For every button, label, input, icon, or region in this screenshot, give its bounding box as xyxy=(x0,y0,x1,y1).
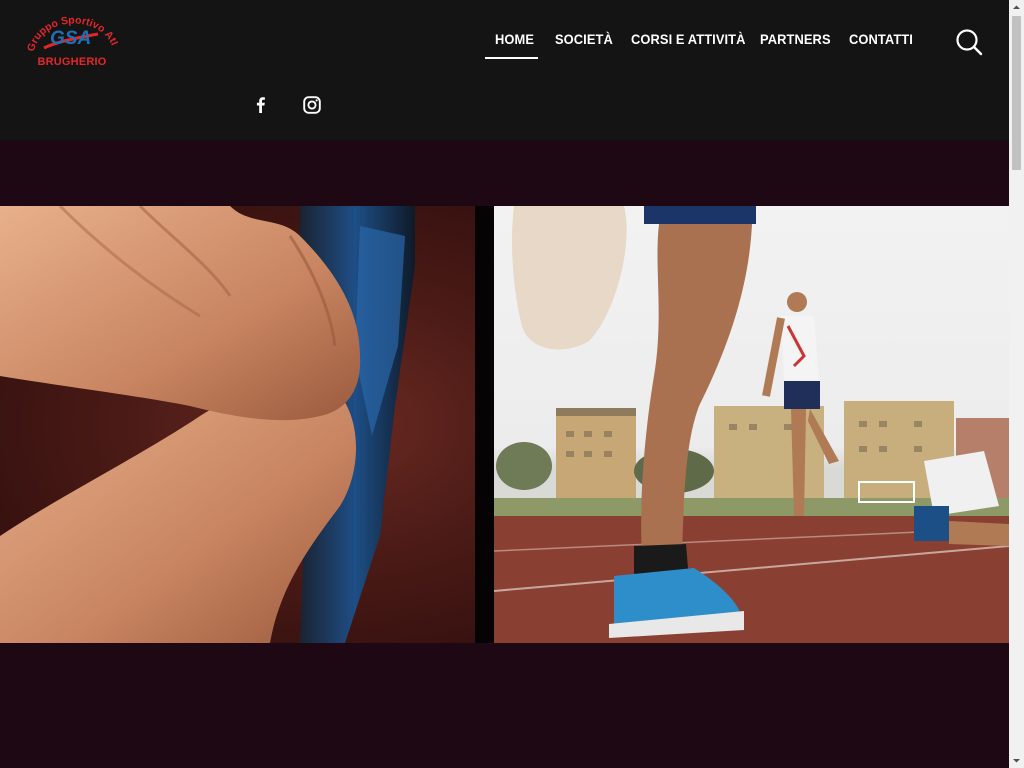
nav-active-indicator xyxy=(485,57,538,59)
hero-image-frame xyxy=(0,206,1009,643)
hand-stretching-shoe-photo xyxy=(0,206,475,643)
image-divider xyxy=(475,206,494,643)
search-icon[interactable] xyxy=(955,28,983,56)
logo-caption: BRUGHERIO xyxy=(37,56,107,68)
instagram-icon[interactable] xyxy=(302,95,322,115)
scroll-thumb[interactable] xyxy=(1012,16,1021,170)
site-header: Gruppo Sportivo Atletica GSA BRUGHERIO H… xyxy=(0,0,1009,140)
nav-item-societa[interactable]: SOCIETÀ xyxy=(555,31,613,51)
scroll-up-arrow-icon[interactable] xyxy=(1009,0,1024,15)
gsa-logo-mark: Gruppo Sportivo Atletica GSA xyxy=(26,12,118,53)
nav-item-partners[interactable]: PARTNERS xyxy=(760,31,831,51)
nav-item-home[interactable]: HOME xyxy=(495,31,534,51)
page-scrollbar[interactable] xyxy=(1009,0,1024,768)
facebook-icon[interactable] xyxy=(251,95,271,115)
nav-item-contatti[interactable]: CONTATTI xyxy=(849,31,913,51)
nav-item-corsi-e-attivita[interactable]: CORSI E ATTIVITÀ xyxy=(631,31,746,51)
scroll-down-arrow-icon[interactable] xyxy=(1009,753,1024,768)
logo-mark-text: GSA xyxy=(50,28,91,49)
site-logo[interactable]: Gruppo Sportivo Atletica GSA BRUGHERIO xyxy=(26,12,118,74)
athletes-warming-up-on-track-photo xyxy=(494,206,1009,643)
hero-section xyxy=(0,140,1009,768)
